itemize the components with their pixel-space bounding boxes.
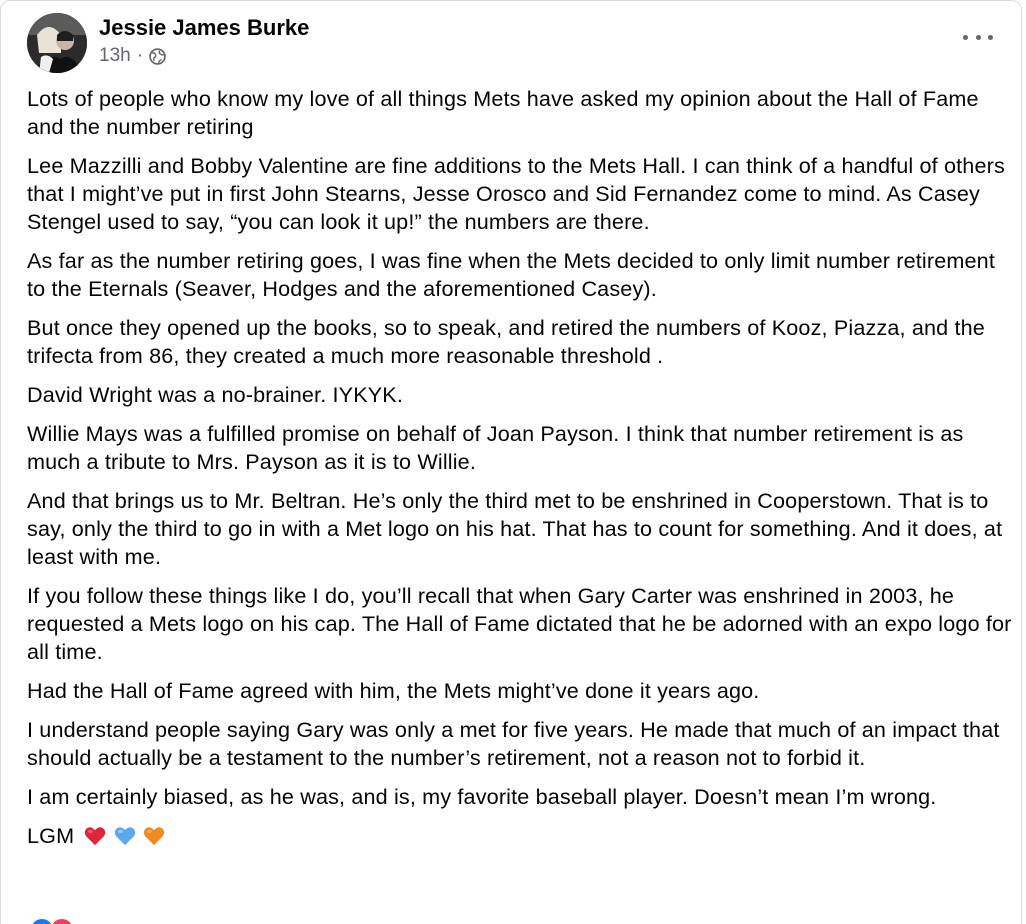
avatar[interactable]: [27, 13, 87, 73]
post-paragraph: And that brings us to Mr. Beltran. He’s …: [27, 488, 1003, 569]
profile-photo-icon: [27, 13, 87, 73]
blue-heart-icon: [114, 825, 136, 846]
red-heart-icon: [84, 825, 106, 846]
signoff-line: LGM: [27, 822, 1017, 853]
more-dot: [988, 34, 993, 40]
post-paragraph: As far as the number retiring goes, I wa…: [27, 248, 995, 301]
post-paragraph: But once they opened up the books, so to…: [27, 315, 985, 368]
hearts-group: [84, 825, 165, 853]
post-card: Jessie James Burke 13h · Lots of people: [0, 0, 1022, 924]
post-subline: 13h ·: [99, 44, 309, 68]
separator-dot: ·: [136, 45, 144, 66]
post-paragraph: If you follow these things like I do, yo…: [27, 583, 1012, 664]
post-header: Jessie James Burke 13h ·: [27, 13, 309, 73]
post-paragraph: Had the Hall of Fame agreed with him, th…: [27, 678, 760, 703]
post-meta: Jessie James Burke 13h ·: [99, 14, 309, 68]
post-paragraph: I am certainly biased, as he was, and is…: [27, 784, 937, 809]
post-paragraph: Willie Mays was a fulfilled promise on b…: [27, 421, 964, 474]
love-reaction-icon[interactable]: [49, 917, 75, 924]
post-paragraph: David Wright was a no-brainer. IYKYK.: [27, 382, 404, 407]
signoff-text: LGM: [27, 823, 75, 848]
post-timestamp[interactable]: 13h: [99, 44, 131, 68]
post-paragraph: I understand people saying Gary was only…: [27, 717, 1000, 770]
more-dot: [975, 34, 981, 40]
post-paragraph: Lots of people who know my love of all t…: [27, 86, 979, 139]
author-name[interactable]: Jessie James Burke: [99, 14, 309, 42]
more-dot: [963, 34, 968, 40]
orange-heart-icon: [143, 825, 165, 846]
post-paragraph: Lee Mazzilli and Bobby Valentine are fin…: [27, 153, 1005, 234]
reaction-summary[interactable]: [29, 917, 75, 924]
globe-icon[interactable]: [149, 47, 166, 65]
more-options-icon[interactable]: [963, 27, 993, 47]
post-body: Lots of people who know my love of all t…: [27, 85, 1017, 864]
